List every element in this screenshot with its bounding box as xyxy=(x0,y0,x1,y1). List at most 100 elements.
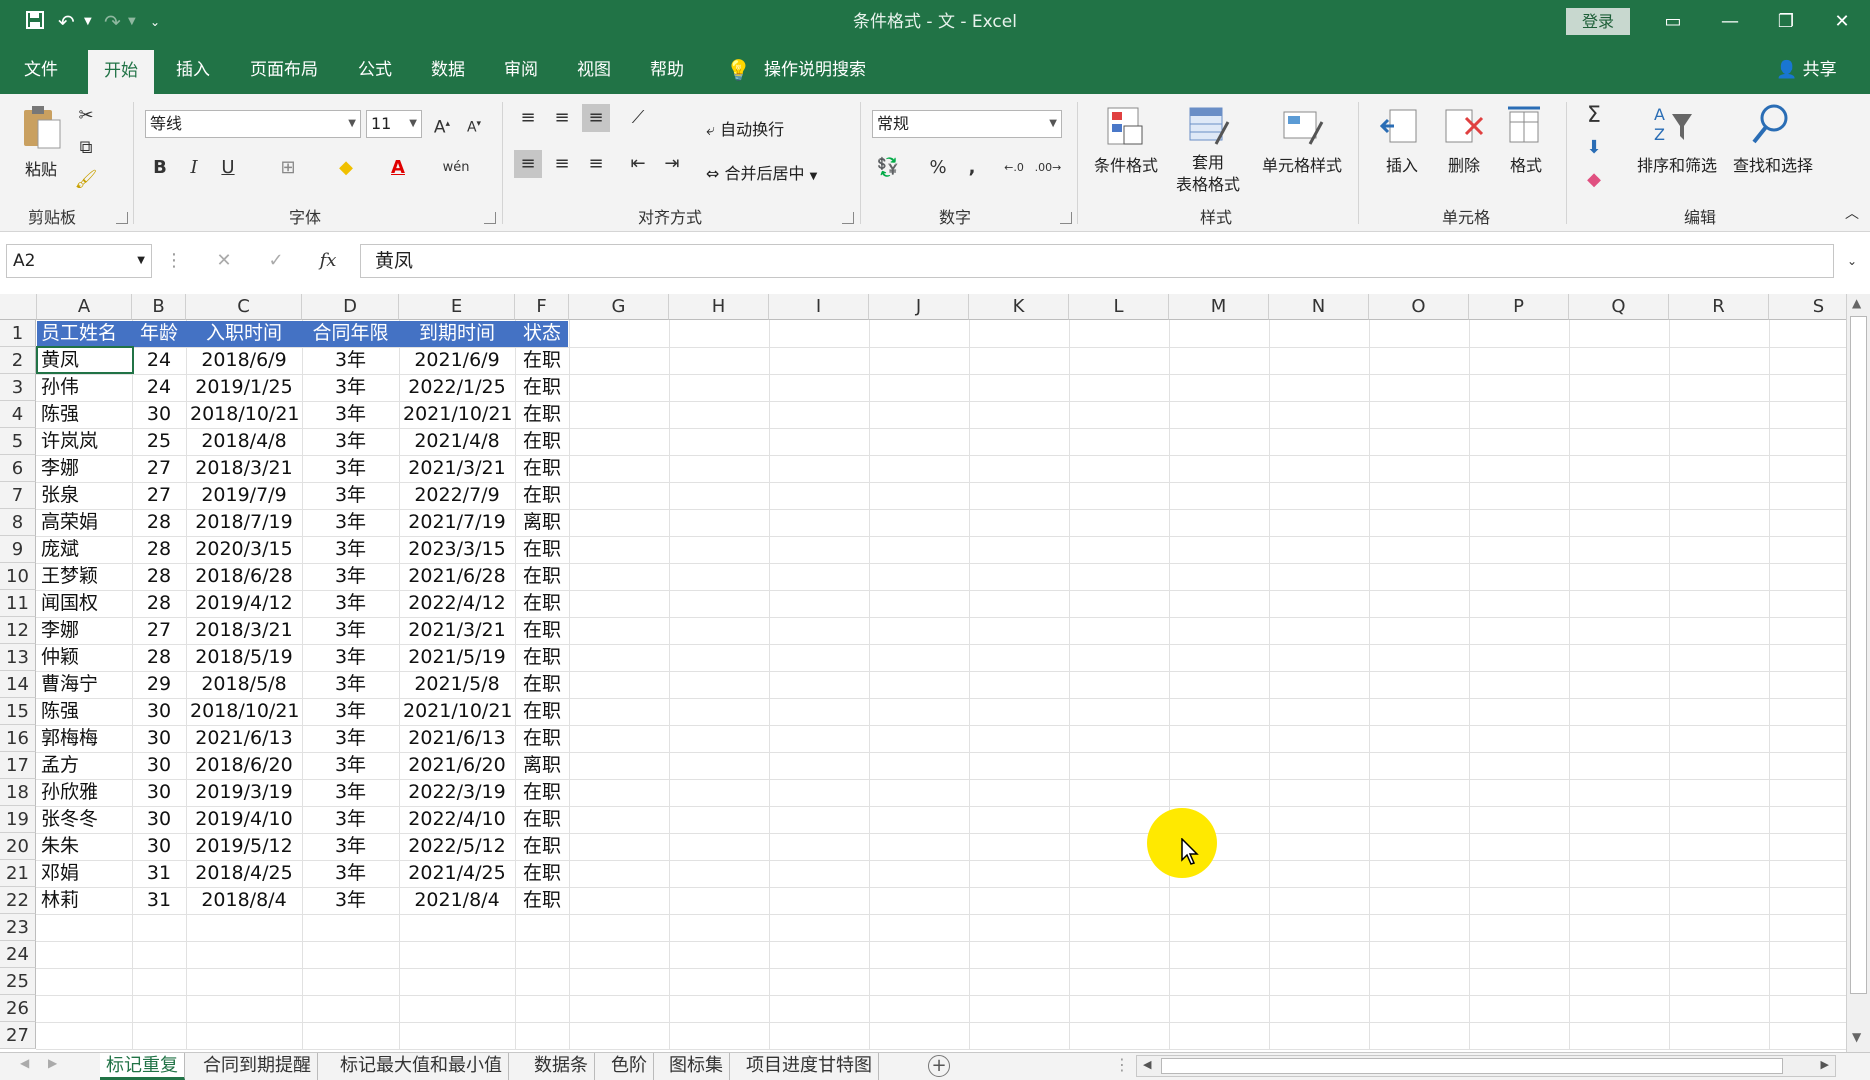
table-cell[interactable]: 在职 xyxy=(515,563,569,590)
horizontal-scrollbar[interactable]: ◀ ▶ xyxy=(1136,1055,1836,1077)
table-cell[interactable]: 张冬冬 xyxy=(37,806,132,833)
table-cell[interactable]: 3年 xyxy=(302,401,399,428)
borders-icon[interactable]: ⊞ xyxy=(274,154,302,182)
table-cell[interactable]: 在职 xyxy=(515,617,569,644)
row-header[interactable]: 3 xyxy=(0,374,36,401)
table-cell[interactable]: 2021/6/13 xyxy=(399,725,515,752)
tell-me-search[interactable]: 操作说明搜索 xyxy=(754,44,876,94)
row-header[interactable]: 4 xyxy=(0,401,36,428)
column-header[interactable]: R xyxy=(1669,294,1769,320)
decrease-decimal-icon[interactable]: .00→ xyxy=(1034,154,1062,182)
scroll-down-icon[interactable]: ▼ xyxy=(1852,1030,1861,1044)
tab-review[interactable]: 审阅 xyxy=(494,44,548,94)
table-cell[interactable]: 28 xyxy=(132,563,186,590)
underline-icon[interactable]: U xyxy=(214,154,242,182)
table-cell[interactable]: 3年 xyxy=(302,860,399,887)
sheet-tab-icon-sets[interactable]: 图标集 xyxy=(663,1053,730,1080)
worksheet-grid[interactable]: ABCDEFGHIJKLMNOPQRS 1 2 3 4 5 6 7 8 9 10 11 12 13 14 1… xyxy=(0,294,1870,1052)
sheet-tab-contract-reminder[interactable]: 合同到期提醒 xyxy=(197,1053,318,1080)
formula-input[interactable]: 黄凤 xyxy=(360,244,1834,278)
insert-function-icon[interactable]: fx xyxy=(314,247,342,275)
table-cell[interactable]: 在职 xyxy=(515,536,569,563)
paste-icon[interactable] xyxy=(20,104,62,152)
clear-icon[interactable]: ◆ xyxy=(1580,166,1608,194)
table-cell[interactable]: 3年 xyxy=(302,563,399,590)
table-cell[interactable]: 3年 xyxy=(302,806,399,833)
row-header[interactable]: 1 xyxy=(0,320,36,347)
column-header[interactable]: B xyxy=(132,294,186,320)
row-header[interactable]: 24 xyxy=(0,941,36,968)
insert-cells-button[interactable]: 插入 xyxy=(1380,152,1424,176)
column-header[interactable]: H xyxy=(669,294,769,320)
center-align-icon[interactable]: ≡ xyxy=(548,150,576,178)
login-button[interactable]: 登录 xyxy=(1566,8,1630,35)
table-cell[interactable]: 在职 xyxy=(515,347,569,374)
table-cell[interactable]: 2021/3/21 xyxy=(399,617,515,644)
table-cell[interactable]: 庞斌 xyxy=(37,536,132,563)
increase-decimal-icon[interactable]: ←.0 xyxy=(1000,154,1028,182)
table-cell[interactable]: 孟方 xyxy=(37,752,132,779)
table-cell[interactable]: 3年 xyxy=(302,590,399,617)
table-cell[interactable]: 在职 xyxy=(515,455,569,482)
table-cell[interactable]: 3年 xyxy=(302,698,399,725)
top-align-icon[interactable]: ≡ xyxy=(514,104,542,132)
number-launcher-icon[interactable] xyxy=(1060,212,1072,224)
insert-cells-icon[interactable] xyxy=(1379,104,1420,148)
conditional-formatting-button[interactable]: 条件格式 xyxy=(1088,152,1164,176)
table-cell[interactable]: 2021/4/25 xyxy=(399,860,515,887)
table-cell[interactable]: 2018/5/19 xyxy=(186,644,302,671)
tab-view[interactable]: 视图 xyxy=(567,44,621,94)
table-cell[interactable]: 在职 xyxy=(515,725,569,752)
table-cell[interactable]: 28 xyxy=(132,509,186,536)
share-button[interactable]: 👤 共享 xyxy=(1776,44,1837,96)
table-cell[interactable]: 许岚岚 xyxy=(37,428,132,455)
column-header[interactable]: D xyxy=(302,294,399,320)
table-cell[interactable]: 2019/3/19 xyxy=(186,779,302,806)
autosum-icon[interactable]: Σ xyxy=(1580,102,1608,130)
copy-icon[interactable]: ⧉ xyxy=(72,134,100,162)
table-cell[interactable]: 在职 xyxy=(515,644,569,671)
cell-styles-button[interactable]: 单元格样式 xyxy=(1254,152,1350,176)
accounting-format-icon[interactable]: 💱 xyxy=(874,154,902,182)
table-cell[interactable]: 2022/3/19 xyxy=(399,779,515,806)
alignment-launcher-icon[interactable] xyxy=(842,212,854,224)
orientation-icon[interactable]: ⟋ xyxy=(624,104,652,132)
column-header[interactable]: K xyxy=(969,294,1069,320)
table-cell[interactable]: 2021/5/19 xyxy=(399,644,515,671)
table-cell[interactable]: 2019/5/12 xyxy=(186,833,302,860)
font-color-icon[interactable]: A xyxy=(384,154,412,182)
table-cell[interactable]: 2021/5/8 xyxy=(399,671,515,698)
row-header[interactable]: 14 xyxy=(0,671,36,698)
font-size-select[interactable]: 11 ▼ xyxy=(366,110,422,138)
row-header[interactable]: 18 xyxy=(0,779,36,806)
table-cell[interactable]: 3年 xyxy=(302,455,399,482)
table-cell[interactable]: 29 xyxy=(132,671,186,698)
column-header[interactable]: I xyxy=(769,294,869,320)
table-cell[interactable]: 在职 xyxy=(515,482,569,509)
table-cell[interactable]: 27 xyxy=(132,617,186,644)
table-cell[interactable]: 2018/7/19 xyxy=(186,509,302,536)
table-cell[interactable]: 在职 xyxy=(515,860,569,887)
table-cell[interactable]: 邓娟 xyxy=(37,860,132,887)
row-header[interactable]: 13 xyxy=(0,644,36,671)
table-cell[interactable]: 2018/5/8 xyxy=(186,671,302,698)
table-cell[interactable]: 24 xyxy=(132,374,186,401)
table-cell[interactable]: 2018/6/28 xyxy=(186,563,302,590)
format-cells-icon[interactable] xyxy=(1504,104,1544,148)
scroll-thumb[interactable] xyxy=(1850,316,1867,994)
table-cell[interactable]: 31 xyxy=(132,860,186,887)
table-cell[interactable]: 王梦颖 xyxy=(37,563,132,590)
merge-center-button[interactable]: ⇔ 合并后居中 ▼ xyxy=(706,160,817,184)
vertical-scrollbar[interactable]: ▲ ▼ xyxy=(1846,294,1870,1052)
table-cell[interactable]: 高荣娟 xyxy=(37,509,132,536)
row-header[interactable]: 15 xyxy=(0,698,36,725)
table-cell[interactable]: 张泉 xyxy=(37,482,132,509)
table-cell[interactable]: 27 xyxy=(132,455,186,482)
row-header[interactable]: 21 xyxy=(0,860,36,887)
row-header[interactable]: 19 xyxy=(0,806,36,833)
split-handle[interactable]: ⋮ xyxy=(1114,1055,1130,1074)
table-cell[interactable]: 离职 xyxy=(515,752,569,779)
column-header[interactable]: J xyxy=(869,294,969,320)
table-cell[interactable]: 2021/3/21 xyxy=(399,455,515,482)
column-header[interactable]: Q xyxy=(1569,294,1669,320)
